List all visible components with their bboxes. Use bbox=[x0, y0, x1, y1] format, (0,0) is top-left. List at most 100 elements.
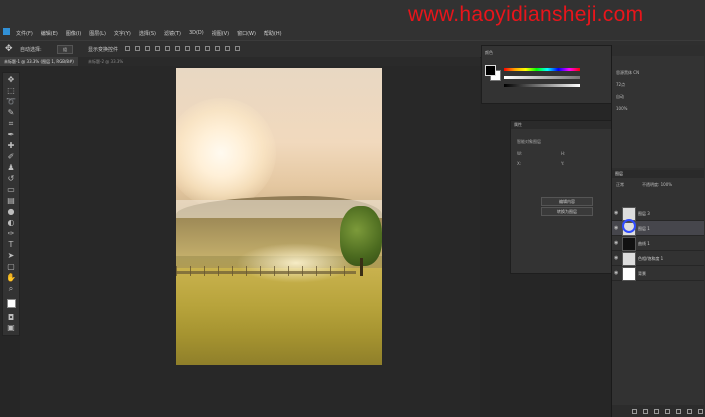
brightness-slider[interactable] bbox=[504, 84, 580, 87]
stamp-tool-icon[interactable]: ♟ bbox=[6, 163, 16, 173]
screen-mode-icon[interactable]: ▣ bbox=[6, 323, 16, 333]
foreground-color-swatch[interactable] bbox=[7, 299, 16, 308]
distribute-center-icon[interactable] bbox=[215, 46, 220, 51]
blend-mode-select[interactable]: 正常 bbox=[616, 182, 624, 188]
align-center-icon[interactable] bbox=[135, 46, 140, 51]
new-group-icon[interactable] bbox=[676, 408, 681, 414]
main-menu: 文件(F) 编辑(E) 图像(I) 图层(L) 文字(Y) 选择(S) 滤镜(T… bbox=[14, 30, 284, 37]
distribute-h-icon[interactable] bbox=[195, 46, 200, 51]
scale-field[interactable]: 100% bbox=[616, 106, 627, 111]
layers-panel: 图层 正常 不透明度: 100% ◉ 图层 3 ◉ 图层 1 ◉ 曲线 1 ◉ … bbox=[612, 170, 704, 417]
eye-icon[interactable]: ◉ bbox=[614, 225, 618, 231]
document-tab-inactive[interactable]: 未标题-2 @ 33.3% bbox=[88, 57, 123, 66]
layer-row[interactable]: ◉ 色相/饱和度 1 bbox=[612, 251, 704, 266]
align-top-icon[interactable] bbox=[155, 46, 160, 51]
layer-row[interactable]: ◉ 背景 bbox=[612, 266, 704, 281]
zoom-tool-icon[interactable]: ⌕ bbox=[6, 284, 16, 294]
menu-item-3d[interactable]: 3D(D) bbox=[187, 30, 206, 37]
tree bbox=[340, 206, 382, 266]
menu-item-layer[interactable]: 图层(L) bbox=[87, 30, 108, 37]
app-logo-icon bbox=[3, 28, 10, 35]
shape-tool-icon[interactable]: ▢ bbox=[6, 262, 16, 272]
eye-icon[interactable]: ◉ bbox=[614, 240, 618, 246]
layer-name: 色相/饱和度 1 bbox=[638, 256, 664, 261]
lasso-tool-icon[interactable]: ➰ bbox=[6, 97, 16, 107]
quick-select-tool-icon[interactable]: ✎ bbox=[6, 108, 16, 118]
gradient-tool-icon[interactable]: ▤ bbox=[6, 196, 16, 206]
path-select-tool-icon[interactable]: ➤ bbox=[6, 251, 16, 261]
distribute-right-icon[interactable] bbox=[235, 46, 240, 51]
saturation-slider[interactable] bbox=[504, 76, 580, 79]
menu-item-select[interactable]: 选择(S) bbox=[137, 30, 158, 37]
panel-foreground-swatch[interactable] bbox=[485, 65, 496, 76]
hand-tool-icon[interactable]: ✋ bbox=[6, 273, 16, 283]
layer-name: 图层 1 bbox=[638, 226, 650, 231]
tools-panel: ✥ ⬚ ➰ ✎ ⌗ ✒ ✚ ✐ ♟ ↺ ▭ ▤ ● ◐ ✑ T ➤ ▢ ✋ ⌕ … bbox=[2, 72, 20, 336]
convert-to-layers-button[interactable]: 转换为图层 bbox=[541, 207, 593, 216]
blur-tool-icon[interactable]: ● bbox=[6, 207, 16, 217]
brush-tool-icon[interactable]: ✐ bbox=[6, 152, 16, 162]
link-layers-icon[interactable] bbox=[632, 408, 637, 414]
edit-contents-button[interactable]: 编辑内容 bbox=[541, 197, 593, 206]
properties-sublabel: 智能对象图层 bbox=[517, 139, 541, 144]
cursor-highlight bbox=[622, 219, 636, 233]
distribute-v-icon[interactable] bbox=[205, 46, 210, 51]
new-layer-icon[interactable] bbox=[687, 408, 692, 414]
align-right-icon[interactable] bbox=[145, 46, 150, 51]
layers-footer bbox=[612, 405, 704, 417]
align-bottom-icon[interactable] bbox=[175, 46, 180, 51]
eyedropper-tool-icon[interactable]: ✒ bbox=[6, 130, 16, 140]
type-tool-icon[interactable]: T bbox=[6, 240, 16, 250]
layer-thumbnail bbox=[622, 267, 636, 281]
move-tool-icon[interactable]: ✥ bbox=[6, 75, 16, 85]
align-left-icon[interactable] bbox=[125, 46, 130, 51]
delete-layer-icon[interactable] bbox=[698, 408, 703, 414]
menu-item-edit[interactable]: 编辑(E) bbox=[39, 30, 60, 37]
character-panel: 思源黑体 CN 72点 自动 100% bbox=[612, 56, 704, 168]
font-size-field[interactable]: 72点 bbox=[616, 82, 625, 87]
leading-field[interactable]: 自动 bbox=[616, 94, 624, 99]
menu-item-file[interactable]: 文件(F) bbox=[14, 30, 35, 37]
layer-name: 图层 3 bbox=[638, 211, 650, 216]
layer-thumbnail bbox=[622, 237, 636, 251]
watermark: www.haoyidiansheji.com bbox=[408, 3, 644, 26]
distribute-icon[interactable] bbox=[185, 46, 190, 51]
marquee-tool-icon[interactable]: ⬚ bbox=[6, 86, 16, 96]
menu-item-view[interactable]: 视图(V) bbox=[210, 30, 231, 37]
menu-item-filter[interactable]: 滤镜(T) bbox=[162, 30, 183, 37]
history-brush-tool-icon[interactable]: ↺ bbox=[6, 174, 16, 184]
height-label: H: bbox=[561, 151, 566, 156]
menu-item-help[interactable]: 帮助(H) bbox=[262, 30, 284, 37]
distribute-left-icon[interactable] bbox=[225, 46, 230, 51]
eye-icon[interactable]: ◉ bbox=[614, 210, 618, 216]
hue-slider[interactable] bbox=[504, 68, 580, 71]
layer-row[interactable]: ◉ 曲线 1 bbox=[612, 236, 704, 251]
eye-icon[interactable]: ◉ bbox=[614, 270, 618, 276]
crop-tool-icon[interactable]: ⌗ bbox=[6, 119, 16, 129]
document-canvas[interactable] bbox=[176, 68, 382, 365]
eye-icon[interactable]: ◉ bbox=[614, 255, 618, 261]
add-mask-icon[interactable] bbox=[654, 408, 659, 414]
align-middle-icon[interactable] bbox=[165, 46, 170, 51]
quick-mask-icon[interactable]: ◘ bbox=[6, 313, 16, 323]
font-family-select[interactable]: 思源黑体 CN bbox=[616, 70, 639, 75]
menu-item-type[interactable]: 文字(Y) bbox=[112, 30, 133, 37]
layer-style-icon[interactable] bbox=[643, 408, 648, 414]
move-tool-icon[interactable]: ✥ bbox=[5, 44, 13, 54]
menu-bar: 文件(F) 编辑(E) 图像(I) 图层(L) 文字(Y) 选择(S) 滤镜(T… bbox=[0, 0, 705, 40]
properties-title: 属性 bbox=[511, 121, 611, 129]
tree-trunk bbox=[360, 258, 363, 276]
pen-tool-icon[interactable]: ✑ bbox=[6, 229, 16, 239]
auto-select-label: 自动选择: bbox=[20, 47, 42, 53]
auto-select-dropdown[interactable]: 组 bbox=[57, 45, 73, 54]
menu-item-image[interactable]: 图像(I) bbox=[64, 30, 83, 37]
dodge-tool-icon[interactable]: ◐ bbox=[6, 218, 16, 228]
y-label: Y: bbox=[561, 161, 565, 166]
document-tab-active[interactable]: 未标题-1 @ 33.3% (图层 1, RGB/8#) bbox=[0, 57, 78, 66]
show-transform-checkbox[interactable]: 显示变换控件 bbox=[88, 46, 118, 53]
healing-tool-icon[interactable]: ✚ bbox=[6, 141, 16, 151]
menu-item-window[interactable]: 窗口(W) bbox=[235, 30, 258, 37]
eraser-tool-icon[interactable]: ▭ bbox=[6, 185, 16, 195]
opacity-field[interactable]: 不透明度: 100% bbox=[642, 182, 672, 188]
adjustment-layer-icon[interactable] bbox=[665, 408, 670, 414]
